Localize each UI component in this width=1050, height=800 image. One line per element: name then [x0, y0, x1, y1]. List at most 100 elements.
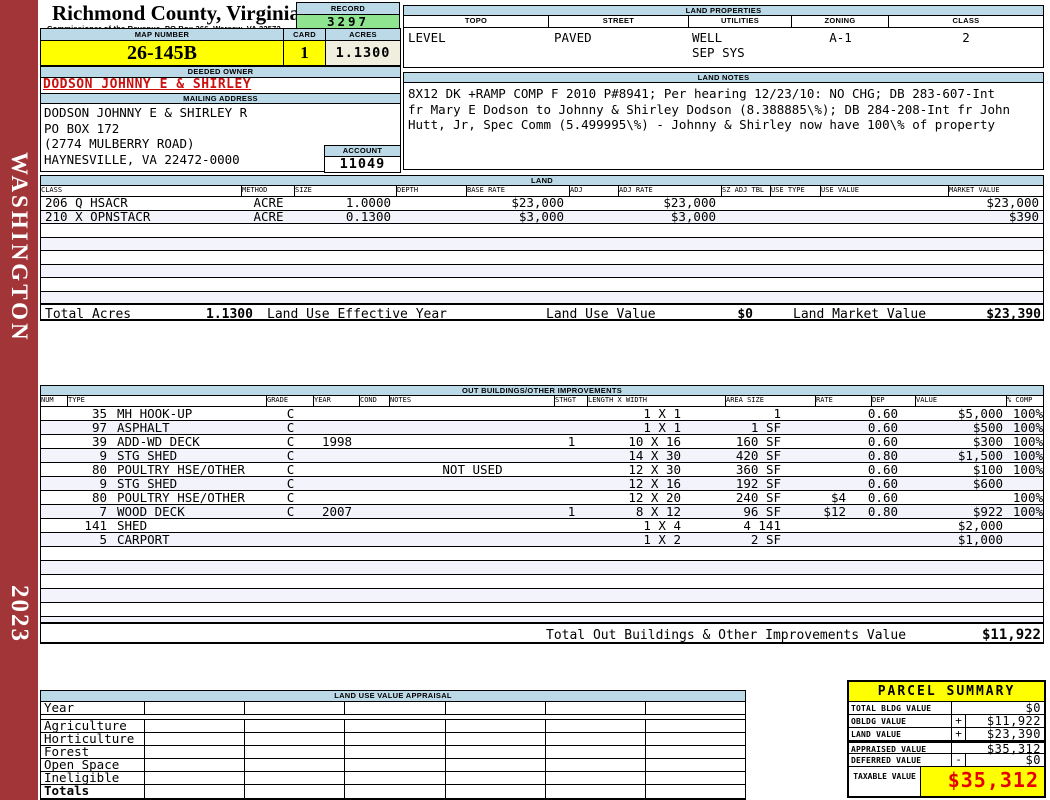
page-title: Richmond County, Virginia: [52, 1, 300, 25]
empty-cell: [646, 733, 745, 745]
ob-lxw: 12 X 16: [628, 476, 681, 491]
empty-cell: [546, 702, 646, 714]
ob-area: 4 141: [743, 518, 781, 533]
total-bldg-value-label: TOTAL BLDG VALUE: [849, 702, 952, 714]
obldg-value: $11,922: [986, 714, 1041, 728]
land-base-rate: $23,000: [511, 195, 564, 210]
ob-dep: 0.60: [867, 490, 898, 505]
table-row: Ineligible: [41, 771, 745, 785]
plus-sign: +: [952, 715, 966, 727]
empty-cell: [245, 746, 346, 758]
empty-cell: [145, 733, 246, 745]
appraised-value: $35,312: [986, 742, 1041, 756]
ob-value: $500: [972, 420, 1003, 435]
column-header-street: STREET: [549, 16, 689, 27]
empty-cell: [245, 733, 346, 745]
ob-grade: C: [286, 448, 295, 463]
ob-area: 96 SF: [743, 504, 781, 519]
land-properties-values: LEVEL PAVED WELL SEP SYS A-1 2: [404, 28, 1043, 68]
ob-value: $600: [972, 476, 1003, 491]
sidebar-year-label: 2023: [6, 585, 33, 643]
col-year: YEAR: [314, 396, 360, 406]
outbuildings-header: OUT BUILDINGS/OTHER IMPROVEMENTS: [41, 386, 1043, 396]
outbuilding-row: 9 STG SHED C 14 X 30 420 SF 0.80 $1,500 …: [41, 449, 1043, 463]
empty-cell: [546, 772, 646, 784]
parcel-summary: PARCEL SUMMARY TOTAL BLDG VALUE $0 OBLDG…: [847, 680, 1046, 798]
ob-year: 2007: [321, 504, 353, 519]
ob-type: STG SHED: [117, 476, 178, 491]
ob-area: 2 SF: [750, 532, 781, 547]
ob-value: $922: [972, 504, 1003, 519]
land-table-header: LAND: [41, 176, 1043, 186]
empty-cell: [546, 720, 646, 732]
land-value: $23,390: [986, 727, 1041, 741]
outbuildings-total-label: Total Out Buildings & Other Improvements…: [546, 628, 907, 643]
empty-cell: [446, 772, 546, 784]
outbuilding-row: 80 POULTRY HSE/OTHER C NOT USED 12 X 30 …: [41, 463, 1043, 477]
ob-lxw: 14 X 30: [628, 448, 681, 463]
col-use-type: USE TYPE: [771, 186, 821, 196]
ob-grade: C: [286, 406, 295, 421]
ob-value: $100: [972, 462, 1003, 477]
ob-grade: C: [286, 490, 295, 505]
empty-row: [41, 603, 1043, 617]
ob-comp: 100%: [1012, 434, 1043, 449]
minus-sign: -: [952, 754, 966, 766]
summary-row: LAND VALUE + $23,390: [849, 728, 1044, 741]
effective-year-label: Land Use Effective Year: [267, 307, 448, 322]
taxable-value-label: TAXABLE VALUE: [849, 767, 921, 796]
outbuilding-row: 9 STG SHED C 12 X 16 192 SF 0.60 $600: [41, 477, 1043, 491]
land-method: ACRE: [253, 195, 284, 210]
ob-area: 160 SF: [735, 434, 781, 449]
ob-num: 5: [99, 532, 107, 547]
ob-comp: 100%: [1012, 448, 1043, 463]
utilities-value-1: WELL: [692, 30, 723, 45]
empty-cell: [646, 772, 745, 784]
ob-type: POULTRY HSE/OTHER: [117, 462, 245, 477]
total-acres-label: Total Acres: [45, 307, 132, 322]
ob-type: ASPHALT: [117, 420, 170, 435]
ob-type: MH HOOK-UP: [117, 406, 193, 421]
ob-num: 39: [91, 434, 107, 449]
ob-area: 192 SF: [735, 476, 781, 491]
empty-cell: [345, 702, 446, 714]
outbuilding-row: 7 WOOD DECK C 2007 1 8 X 12 96 SF $12 0.…: [41, 505, 1043, 519]
empty-cell: [546, 785, 646, 798]
col-type: TYPE: [68, 396, 267, 406]
ob-comp: 100%: [1012, 406, 1043, 421]
ob-num: 9: [99, 476, 107, 491]
address-line: DODSON JOHNNY E & SHIRLEY R: [44, 105, 248, 120]
empty-cell: [245, 772, 346, 784]
plus-sign: +: [952, 728, 966, 740]
ob-lxw: 1 X 2: [643, 532, 681, 547]
empty-cell: [345, 772, 446, 784]
land-class: 210 X OPNSTACR: [45, 208, 151, 224]
col-depth: DEPTH: [397, 186, 467, 196]
empty-cell: [345, 733, 446, 745]
table-row: Agriculture: [41, 719, 745, 733]
ob-num: 80: [91, 490, 107, 505]
empty-row: [41, 251, 1043, 265]
total-acres-value: 1.1300: [206, 307, 253, 322]
ob-lxw: 12 X 30: [628, 462, 681, 477]
col-adj: ADJ: [570, 186, 619, 196]
col-rate: RATE: [816, 396, 872, 406]
ob-lxw: 1 X 1: [643, 420, 681, 435]
outbuilding-row: 141 SHED 1 X 4 4 141 $2,000: [41, 519, 1043, 533]
empty-cell: [546, 759, 646, 771]
appraised-value-label: APPRAISED VALUE: [849, 743, 952, 754]
empty-cell: [446, 759, 546, 771]
land-market-value-label: Land Market Value: [793, 307, 927, 322]
land-method: ACRE: [253, 208, 284, 224]
empty-cell: [345, 720, 446, 732]
class-value: 2: [962, 30, 970, 45]
empty-cell: [245, 702, 346, 714]
land-use-appraisal-header: LAND USE VALUE APPRAISAL: [41, 691, 745, 702]
ob-area: 240 SF: [735, 490, 781, 505]
record-value: 3297: [296, 14, 400, 29]
table-row-totals: Totals: [41, 784, 745, 798]
empty-cell: [646, 702, 745, 714]
land-use-appraisal-table: LAND USE VALUE APPRAISAL Year Agricultur…: [40, 690, 746, 800]
county-sidebar: WASHINGTON 2023: [0, 0, 38, 800]
ob-num: 80: [91, 462, 107, 477]
